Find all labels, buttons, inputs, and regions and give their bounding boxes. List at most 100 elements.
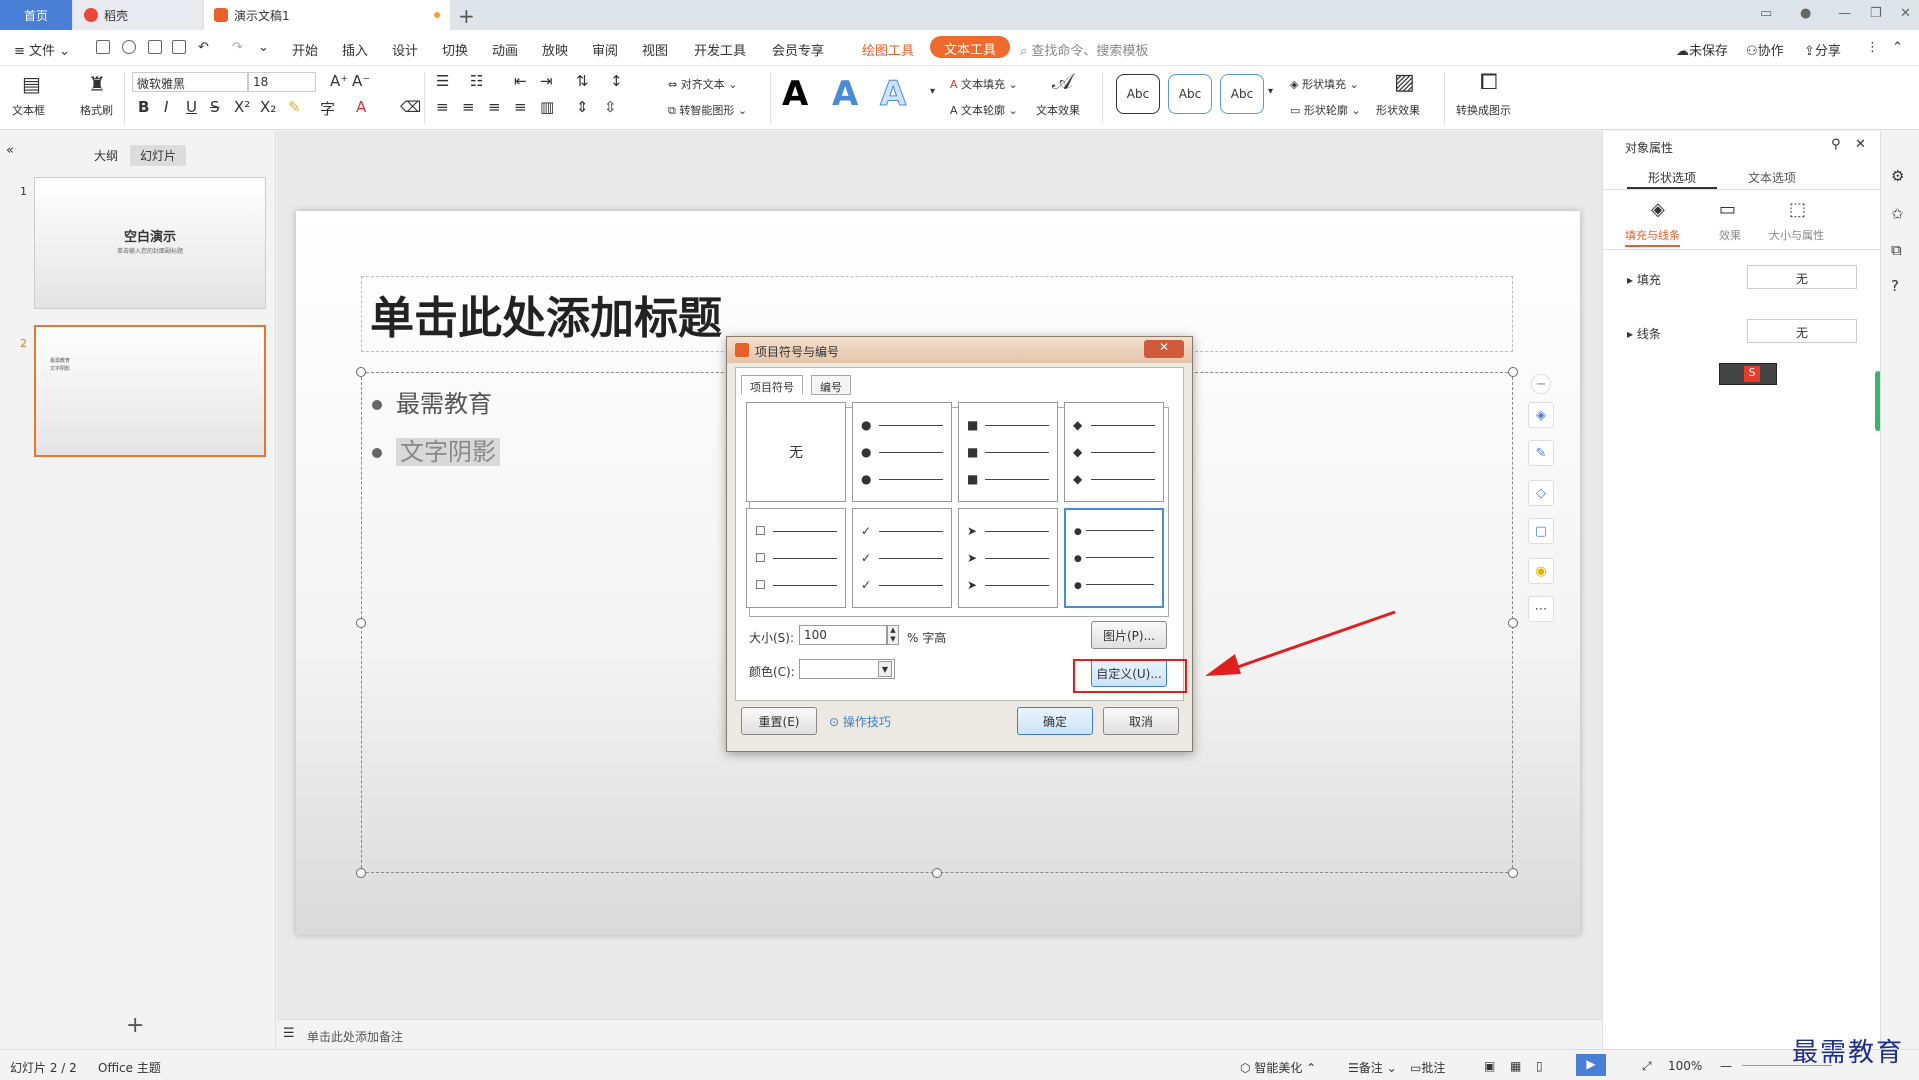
bullet-style-small-dot[interactable]: ● ● ● [1064,508,1164,608]
decrease-indent-icon[interactable]: ⇤ [514,72,527,90]
minimize-button[interactable]: — [1838,6,1851,21]
bullet-style-check[interactable]: ✓ ✓ ✓ [852,508,952,608]
convert-diagram-button[interactable]: 转换成图示 [1456,102,1511,118]
font-size-select[interactable]: 18 [248,72,316,92]
tab-shape-options[interactable]: 形状选项 [1627,163,1717,189]
line-section[interactable]: ▸ 线条 [1627,325,1661,342]
bold-icon[interactable]: B [138,98,149,116]
print-icon[interactable] [148,40,162,54]
customize-toolbar-icon[interactable]: ⌄ [258,40,269,55]
tab-daoke[interactable]: 稻壳 [74,0,202,30]
notes-bar[interactable]: ☰ 单击此处添加备注 [277,1019,1602,1049]
text-fill-button[interactable]: A 文本填充 ⌄ [950,76,1018,92]
add-slide-button[interactable]: + [126,1013,144,1038]
line-spacing-icon[interactable]: ↕ [610,72,623,90]
size-prop-icon[interactable]: ⬚ [1789,199,1806,220]
underline-icon[interactable]: U [186,98,197,116]
tab-outline[interactable]: 大纲 [84,145,128,166]
shape-style-2[interactable]: Abc [1168,74,1212,114]
close-window-button[interactable]: ✕ [1900,6,1911,21]
italic-icon[interactable]: I [164,98,168,116]
text-direction-icon[interactable]: ⇅ [576,72,589,90]
increase-font-icon[interactable]: A⁺ [330,72,348,90]
properties-icon[interactable]: ⚙ [1891,167,1904,185]
redo-icon[interactable]: ↷ [232,40,243,55]
tab-slides[interactable]: 幻灯片 [130,145,187,166]
tab-document[interactable]: 演示文稿1 [204,0,450,30]
resize-handle[interactable] [1508,367,1518,377]
tab-text-tools[interactable]: 文本工具 [930,36,1011,58]
save-icon[interactable] [96,40,110,54]
size-prop-tab[interactable]: 大小与属性 [1769,227,1824,243]
align-right-icon[interactable]: ≡ [488,98,501,116]
search-box[interactable]: ⌕ 查找命令、搜索模板 [1020,40,1148,59]
slide-thumbnail-2[interactable]: 最需教育 文字阴影 [34,325,266,457]
resize-handle[interactable] [356,868,366,878]
menu-item-7[interactable]: 视图 [642,40,668,59]
new-tab-button[interactable]: + [458,4,475,28]
lightbulb-icon[interactable]: ◉ [1528,558,1554,584]
bullet-style-diamond[interactable]: ◆ ◆ ◆ [1064,402,1164,502]
notes-button[interactable]: ☰备注 ⌄ [1348,1059,1397,1076]
tab-bullets[interactable]: 项目符号 [741,375,803,395]
convert-diagram-icon[interactable]: ⧠ [1480,70,1498,95]
textbox-icon[interactable]: ▤ [22,72,41,96]
fill-line-icon[interactable]: ◈ [1651,199,1665,220]
align-left-icon[interactable]: ≡ [436,98,449,116]
bullet-style-hollow-square[interactable]: ☐ ☐ ☐ [746,508,846,608]
fill-line-tab[interactable]: 填充与线条 [1625,227,1680,247]
bullet-style-square[interactable]: ■ ■ ■ [958,402,1058,502]
menu-item-6[interactable]: 审阅 [592,40,618,59]
bullet-style-arrow[interactable]: ➤ ➤ ➤ [958,508,1058,608]
dialog-close-button[interactable]: ✕ [1144,340,1184,358]
text-style-outline[interactable]: A [879,74,906,115]
file-menu[interactable]: ≡ 文件 ⌄ [14,40,70,59]
menu-item-2[interactable]: 设计 [392,40,418,59]
format-painter-icon[interactable]: ♜ [88,72,106,96]
bullet-item-1[interactable]: 最需教育 [372,384,492,419]
shape-effect-icon[interactable]: ▨ [1394,70,1415,95]
spacing-icon[interactable]: ⇳ [604,98,617,116]
panel-title[interactable]: 对象属性 [1625,139,1673,156]
tab-text-options[interactable]: 文本选项 [1727,163,1817,189]
effect-tab[interactable]: 效果 [1719,227,1741,243]
collapse-icon[interactable]: − [1531,374,1551,394]
menu-item-1[interactable]: 插入 [342,40,368,59]
slide-title[interactable]: 单击此处添加标题 [370,282,722,346]
tab-drawing-tools[interactable]: 绘图工具 [862,40,914,59]
pin-icon[interactable]: ⚲ [1831,137,1841,152]
strikethrough-icon[interactable]: S [210,98,220,116]
menu-item-8[interactable]: 开发工具 [694,40,746,59]
text-style-blue[interactable]: A [832,74,858,114]
collapse-panel-icon[interactable]: « [6,143,14,158]
theme-name[interactable]: Office 主题 [98,1059,161,1076]
shape-fill-button[interactable]: ◈ 形状填充 ⌄ [1290,76,1359,92]
resize-handle[interactable] [1508,618,1518,628]
fit-window-icon[interactable]: ⤢ [1642,1059,1652,1074]
resize-handle[interactable] [356,367,366,377]
subscript-icon[interactable]: X₂ [260,98,276,116]
textbox-button[interactable]: 文本框 [12,102,45,118]
fill-section[interactable]: ▸ 填充 [1627,271,1661,288]
comments-button[interactable]: ▭批注 [1410,1059,1445,1076]
reading-view-icon[interactable]: ▯ [1536,1059,1543,1073]
window-layout-icon[interactable]: ▭ [1760,6,1772,21]
effect-icon[interactable]: ▭ [1719,199,1736,220]
menu-item-4[interactable]: 动画 [492,40,518,59]
shape-style-1[interactable]: Abc [1116,74,1160,114]
normal-view-icon[interactable]: ▣ [1484,1059,1495,1073]
align-center-icon[interactable]: ≡ [462,98,475,116]
fill-icon[interactable]: ◇ [1528,480,1554,506]
phonetic-icon[interactable]: 字 [320,98,335,119]
tab-numbering[interactable]: 编号 [811,375,851,395]
bullet-item-2[interactable]: 文字阴影 [372,432,500,467]
menu-item-9[interactable]: 会员专享 [772,40,824,59]
picture-button[interactable]: 图片(P)... [1091,621,1167,649]
resize-handle[interactable] [932,868,942,878]
cancel-button[interactable]: 取消 [1103,707,1179,735]
text-style-more-icon[interactable]: ▾ [930,86,935,97]
size-input[interactable]: 100 [799,625,887,645]
menu-item-0[interactable]: 开始 [292,40,318,59]
text-effect-icon[interactable]: 𝒜 [1052,70,1073,95]
avatar[interactable]: ● [1800,6,1811,21]
